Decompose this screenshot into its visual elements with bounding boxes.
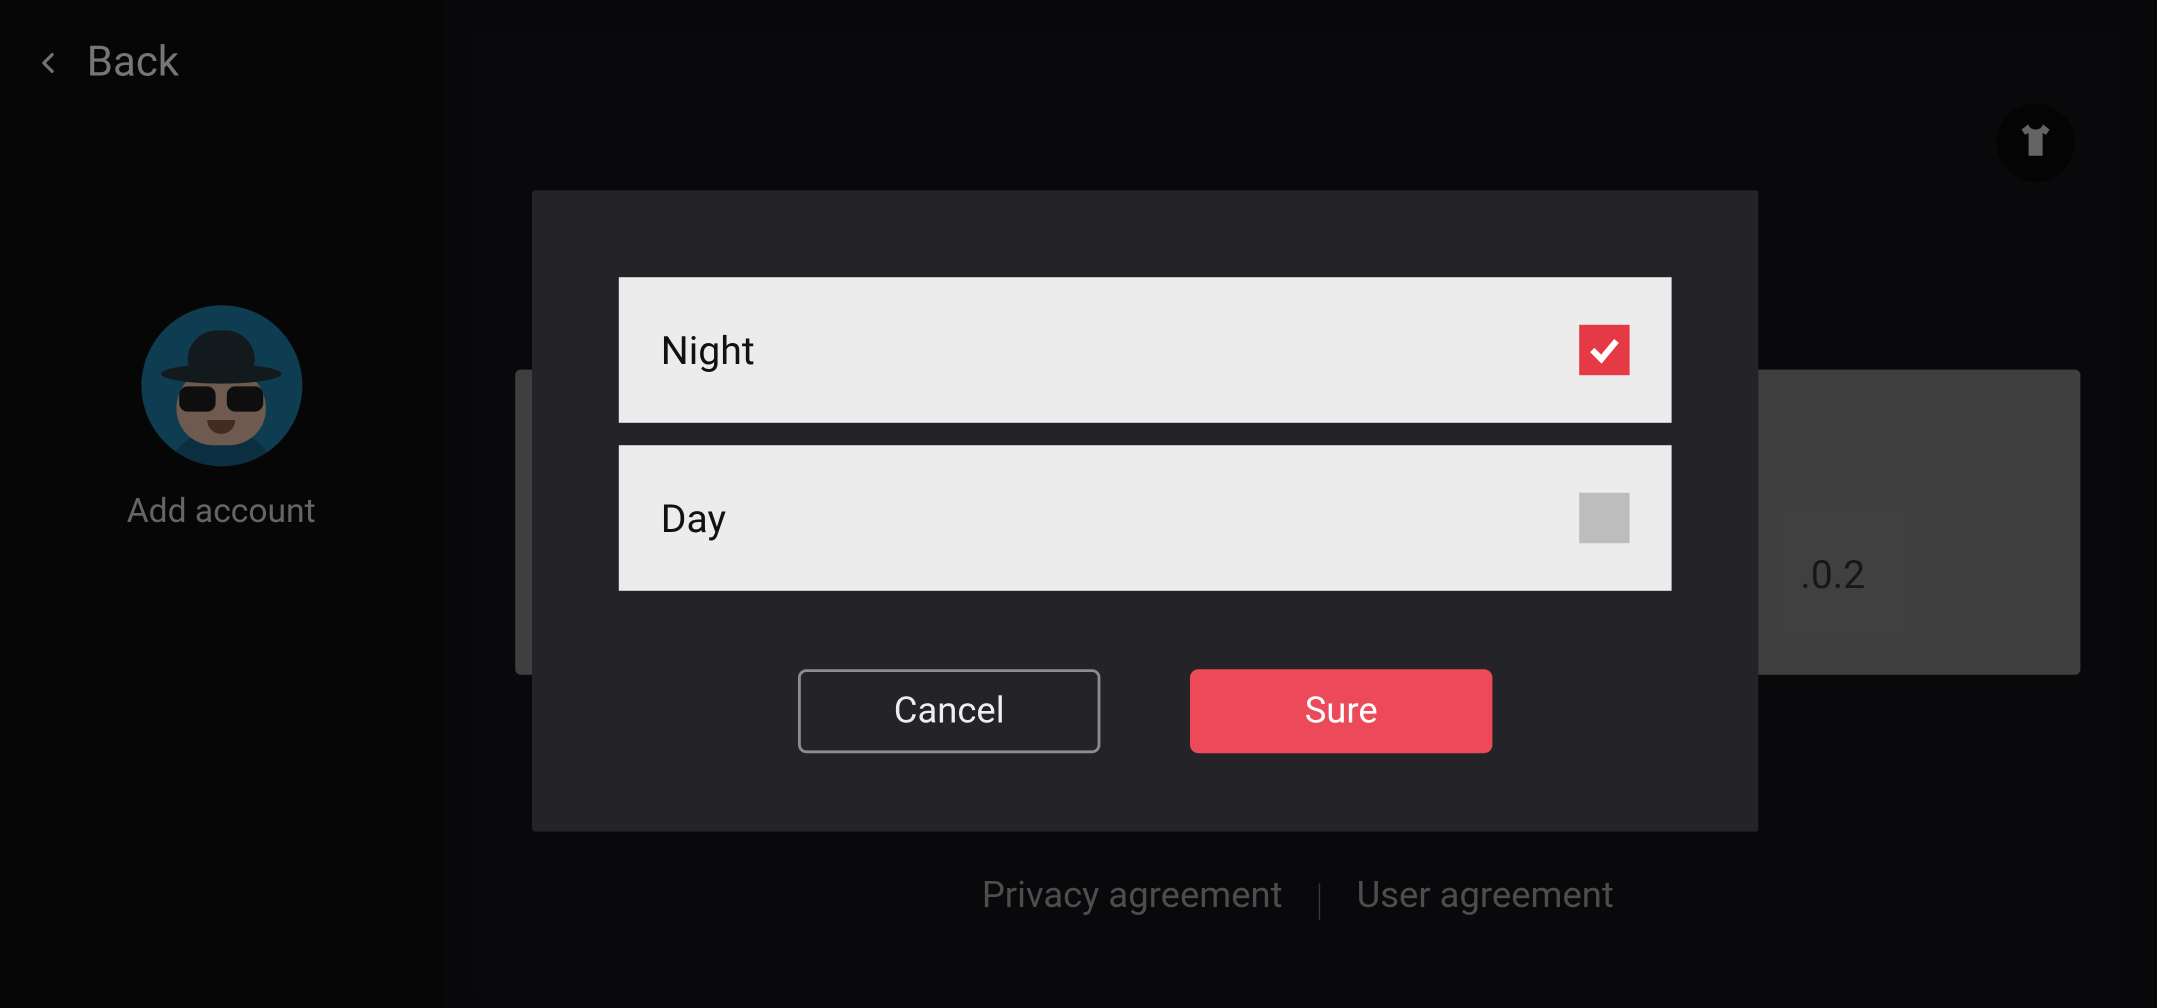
back-label: Back xyxy=(87,38,179,87)
divider xyxy=(1319,883,1320,919)
back-button[interactable]: Back xyxy=(0,0,442,126)
privacy-agreement-link[interactable]: Privacy agreement xyxy=(982,875,1283,917)
shirt-icon xyxy=(2015,119,2057,167)
user-agreement-link[interactable]: User agreement xyxy=(1357,875,1614,917)
add-account-block[interactable]: Add account xyxy=(0,305,442,530)
option-label: Night xyxy=(661,327,755,373)
theme-button[interactable] xyxy=(1996,104,2074,182)
sidebar: Back Add account xyxy=(0,0,442,1008)
checkbox-checked-icon xyxy=(1579,325,1629,375)
option-day[interactable]: Day xyxy=(619,445,1672,591)
option-label: Day xyxy=(661,495,726,541)
cancel-button[interactable]: Cancel xyxy=(798,669,1100,753)
chevron-left-icon xyxy=(36,50,61,75)
avatar xyxy=(141,305,302,466)
add-account-label: Add account xyxy=(0,491,442,530)
theme-select-dialog: Night Day Cancel Sure xyxy=(532,190,1758,831)
checkbox-unchecked-icon xyxy=(1579,493,1629,543)
version-text: .0.2 xyxy=(1800,552,1865,598)
sure-button[interactable]: Sure xyxy=(1190,669,1492,753)
footer-links: Privacy agreement User agreement xyxy=(473,875,2122,919)
option-night[interactable]: Night xyxy=(619,277,1672,423)
